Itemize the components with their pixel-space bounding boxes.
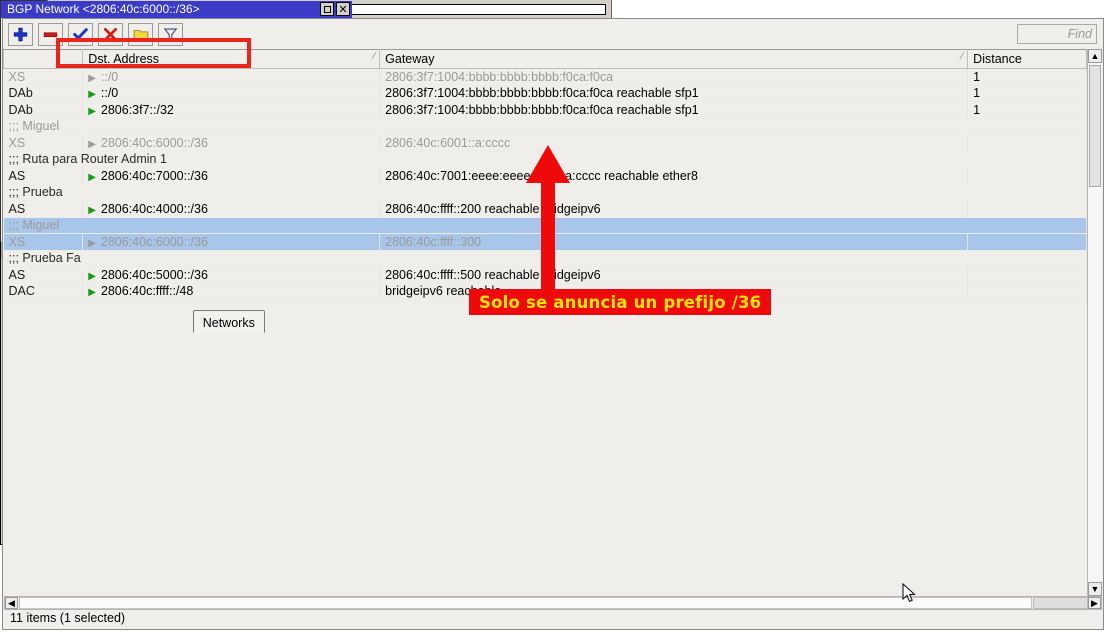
cell-distance[interactable]: 1 — [968, 85, 1087, 102]
route-arrow-icon: ▶ — [88, 139, 96, 150]
cell-flags: DAb — [4, 85, 83, 102]
cell-dst-address[interactable]: ▶2806:40c:4000::/36 — [83, 201, 380, 218]
scroll-right-icon[interactable]: ▶ — [1088, 597, 1101, 609]
route-arrow-icon: ▶ — [88, 287, 96, 298]
ipv6-table-scroll-area[interactable]: Dst. Address ⁄ Gateway ⁄ Distance XS▶::/… — [3, 49, 1087, 596]
route-arrow-icon: ▶ — [88, 106, 96, 117]
cell-dst-address[interactable]: ▶::/0 — [83, 85, 380, 102]
cell-gateway[interactable]: 2806:40c:6001::a:cccc — [380, 135, 968, 152]
route-arrow-icon: ▶ — [88, 205, 96, 216]
cell-gateway[interactable]: 2806:40c:ffff::500 reachable bridgeipv6 — [380, 267, 968, 284]
cell-flags: DAC — [4, 283, 83, 300]
mouse-cursor-icon — [902, 583, 916, 603]
bgp-dialog-title: BGP Network <2806:40c:6000::/36> — [7, 2, 200, 16]
cell-gateway[interactable]: 2806:40c:ffff::200 reachable bridgeipv6 — [380, 201, 968, 218]
disable-icon[interactable] — [98, 23, 123, 46]
annotation-arrow-icon — [521, 143, 575, 293]
ipv6-route-list-window[interactable]: IPv6 Route List ✕ — [0, 241, 560, 545]
bgp-dialog-window-buttons[interactable]: ✕ — [320, 2, 350, 16]
annotation-banner: Solo se anuncia un prefijo /36 — [469, 289, 771, 315]
cell-distance[interactable] — [968, 234, 1087, 251]
cell-dst-address[interactable]: ▶2806:40c:5000::/36 — [83, 267, 380, 284]
cell-distance[interactable] — [968, 135, 1087, 152]
route-arrow-icon: ▶ — [88, 172, 96, 183]
route-arrow-icon: ▶ — [88, 73, 96, 84]
cell-distance[interactable]: 1 — [968, 102, 1087, 119]
cell-distance[interactable]: 1 — [968, 69, 1087, 86]
column-dst-address[interactable]: Dst. Address ⁄ — [83, 50, 380, 69]
ipv6-find-input[interactable]: Find — [1017, 24, 1097, 44]
cell-gateway[interactable]: 2806:3f7:1004:bbbb:bbbb:bbbb:f0ca:f0ca r… — [380, 102, 968, 119]
cell-dst-address[interactable]: ▶2806:3f7::/32 — [83, 102, 380, 119]
column-gateway[interactable]: Gateway ⁄ — [380, 50, 968, 69]
sort-indicator-icon: ⁄ — [373, 51, 375, 62]
route-arrow-icon: ▶ — [88, 271, 96, 282]
cell-gateway[interactable]: 2806:40c:7001:eeee:eeee:eeee:a:cccc reac… — [380, 168, 968, 185]
column-dst-address-label: Dst. Address — [88, 52, 159, 66]
scroll-thumb[interactable] — [1089, 65, 1101, 187]
cell-comment: ;;; Miguel — [4, 118, 1087, 135]
comment-icon[interactable] — [128, 23, 153, 46]
ipv6-panel: Find Dst. Address ⁄ Gateway — [2, 18, 1104, 630]
cell-distance[interactable] — [968, 168, 1087, 185]
filter-icon[interactable] — [158, 23, 183, 46]
cell-distance[interactable] — [968, 267, 1087, 284]
column-gateway-label: Gateway — [385, 52, 434, 66]
cell-distance[interactable] — [968, 283, 1087, 300]
cell-flags: XS — [4, 234, 83, 251]
scroll-up-icon[interactable]: ▲ — [1088, 49, 1102, 63]
bgp-dialog-titlebar[interactable]: BGP Network <2806:40c:6000::/36> ✕ — [1, 1, 352, 18]
hscroll-thumb[interactable] — [19, 597, 1032, 609]
cell-flags: AS — [4, 168, 83, 185]
table-row[interactable]: DAb▶::/02806:3f7:1004:bbbb:bbbb:bbbb:f0c… — [4, 85, 1087, 102]
cell-dst-address[interactable]: ▶2806:40c:6000::/36 — [83, 135, 380, 152]
desktop: Terminal <1> ✕ MMM MMM KKK MMMM MMMM KKK… — [0, 0, 1106, 632]
cell-dst-address[interactable]: ▶2806:40c:ffff::/48 — [83, 283, 380, 300]
route-arrow-icon: ▶ — [88, 89, 96, 100]
tab-networks[interactable]: Networks — [193, 310, 265, 333]
route-arrow-icon: ▶ — [88, 238, 96, 249]
cell-distance[interactable] — [968, 201, 1087, 218]
cell-flags: AS — [4, 267, 83, 284]
ipv6-vertical-scrollbar[interactable]: ▲ ▼ — [1087, 49, 1102, 596]
column-distance[interactable]: Distance — [968, 50, 1087, 69]
annotation-text: Solo se anuncia un prefijo /36 — [479, 293, 761, 312]
maximize-icon[interactable] — [320, 2, 334, 16]
column-flags[interactable] — [4, 50, 83, 69]
table-row[interactable]: XS▶::/02806:3f7:1004:bbbb:bbbb:bbbb:f0ca… — [4, 69, 1087, 86]
ipv6-horizontal-scrollbar[interactable]: ◀ ▶ — [4, 596, 1102, 610]
scroll-left-icon[interactable]: ◀ — [5, 597, 18, 609]
close-icon[interactable]: ✕ — [336, 2, 350, 16]
sort-indicator-icon: ⁄ — [962, 51, 964, 62]
cell-gateway[interactable]: 2806:3f7:1004:bbbb:bbbb:bbbb:f0ca:f0ca — [380, 69, 968, 86]
add-icon[interactable] — [8, 23, 33, 46]
cell-flags: XS — [4, 135, 83, 152]
remove-icon[interactable] — [38, 23, 63, 46]
cell-gateway[interactable]: 2806:40c:ffff::300 — [380, 234, 968, 251]
cell-flags: DAb — [4, 102, 83, 119]
cell-flags: AS — [4, 201, 83, 218]
cell-dst-address[interactable]: ▶2806:40c:7000::/36 — [83, 168, 380, 185]
ipv6-toolbar[interactable]: Find — [3, 19, 1103, 49]
cell-dst-address[interactable]: ▶2806:40c:6000::/36 — [83, 234, 380, 251]
enable-icon[interactable] — [68, 23, 93, 46]
cell-flags: XS — [4, 69, 83, 86]
scroll-down-icon[interactable]: ▼ — [1088, 582, 1102, 596]
ipv6-table-header: Dst. Address ⁄ Gateway ⁄ Distance — [4, 50, 1087, 69]
cell-gateway[interactable]: 2806:3f7:1004:bbbb:bbbb:bbbb:f0ca:f0ca r… — [380, 85, 968, 102]
cell-dst-address[interactable]: ▶::/0 — [83, 69, 380, 86]
table-row-comment[interactable]: ;;; Miguel — [4, 118, 1087, 135]
table-row[interactable]: DAb▶2806:3f7::/322806:3f7:1004:bbbb:bbbb… — [4, 102, 1087, 119]
ipv6-status-bar: 11 items (1 selected) — [4, 610, 1102, 628]
